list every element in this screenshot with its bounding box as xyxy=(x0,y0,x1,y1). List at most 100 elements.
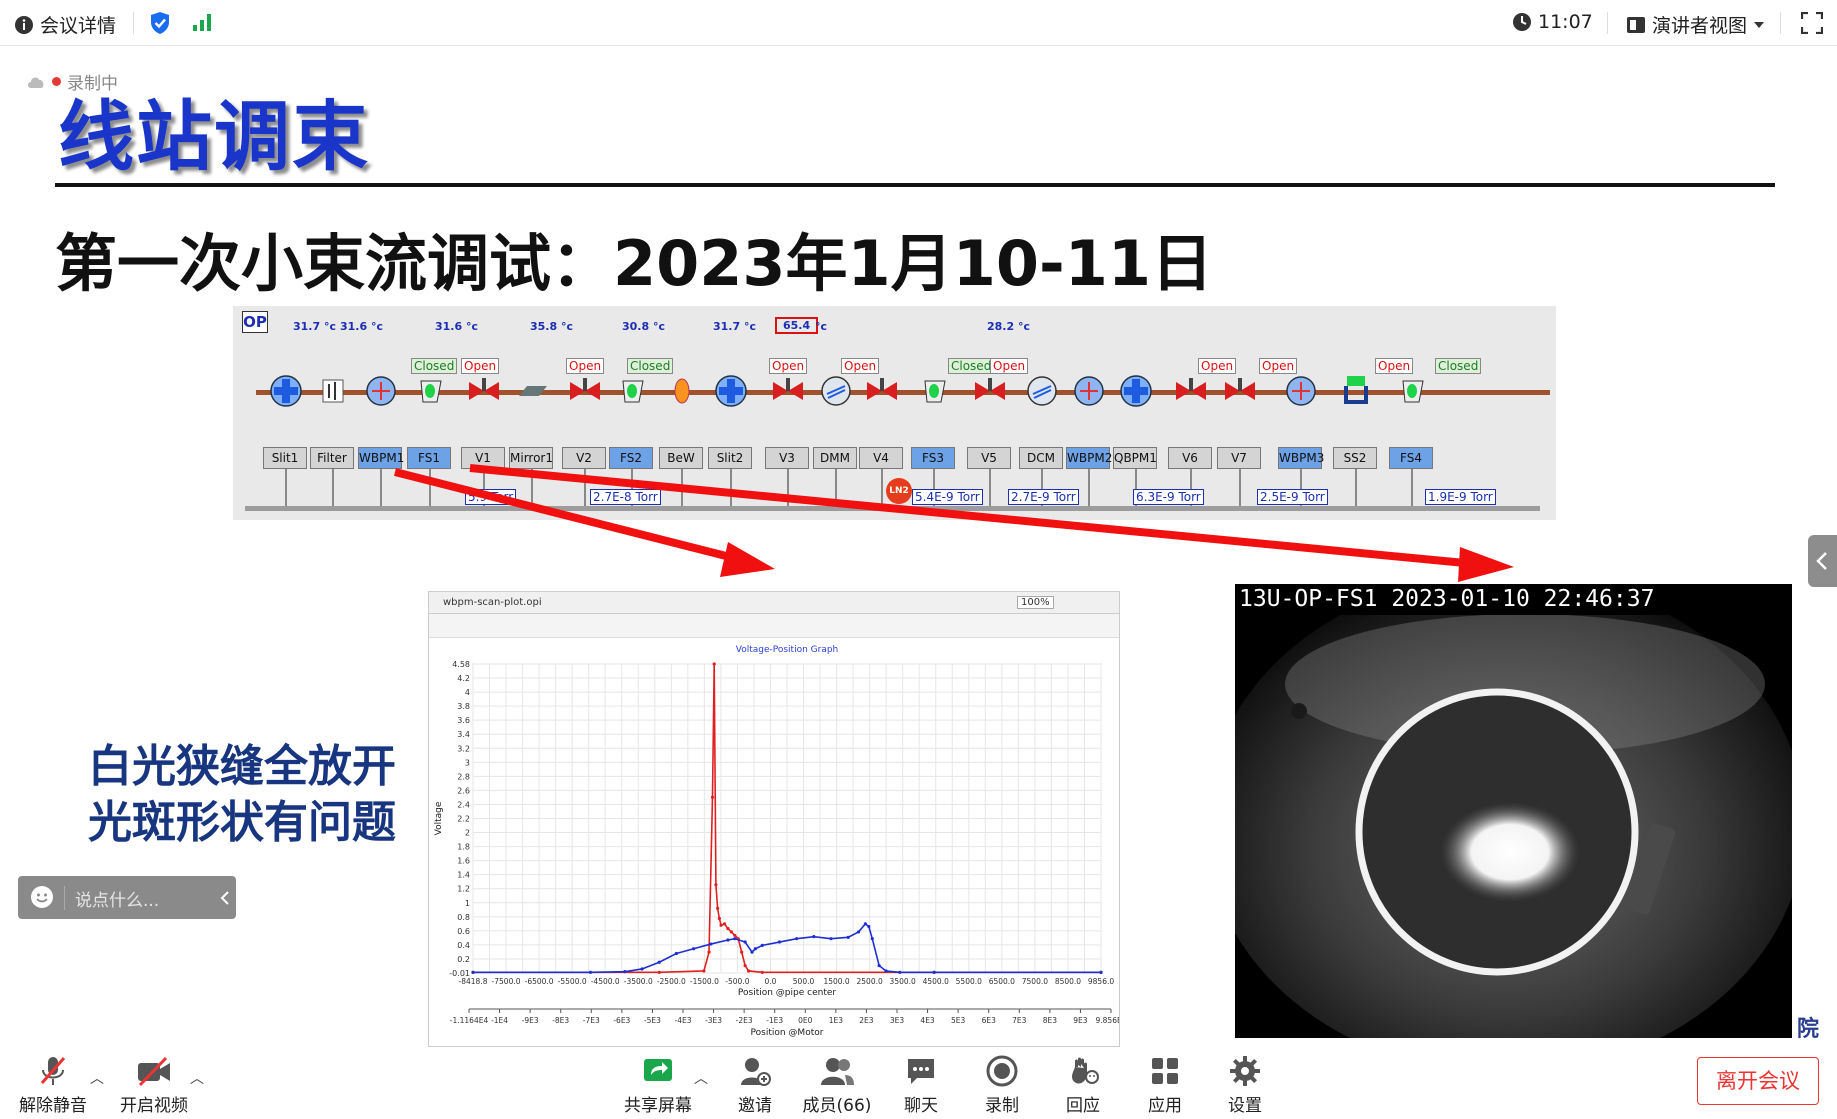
data-point xyxy=(743,940,747,944)
data-point xyxy=(719,923,723,927)
corner-watermark: 院 xyxy=(1797,1017,1820,1042)
security-shield-icon[interactable] xyxy=(149,11,171,35)
note-line-1: 白光狭缝全放开 xyxy=(88,741,396,792)
data-point xyxy=(722,922,727,926)
plot-tab[interactable]: wbpm-scan-plot.opi xyxy=(443,597,542,608)
meeting-clock: 11:07 xyxy=(1512,11,1593,33)
y-tick-label: 0.4 xyxy=(457,941,470,950)
chat-button[interactable]: 聊天 xyxy=(876,1055,966,1116)
data-point xyxy=(812,935,816,939)
x-tick-label: -4500.0 xyxy=(591,977,620,986)
leave-meeting-button[interactable]: 离开会议 xyxy=(1697,1057,1819,1105)
y-tick-label: 4.58 xyxy=(452,660,470,669)
y-tick-label: 3.2 xyxy=(457,744,470,753)
chevron-down-icon xyxy=(1754,21,1765,28)
data-point xyxy=(726,926,730,931)
zoom-select[interactable]: 100% xyxy=(1017,596,1054,609)
chevron-left-icon xyxy=(1816,552,1827,570)
meeting-top-bar: 会议详情 11:07 演讲者视图 xyxy=(0,0,1837,46)
data-point xyxy=(714,883,718,887)
x2-tick-label: -1E4 xyxy=(491,1016,508,1025)
chat-placeholder[interactable]: 说点什么... xyxy=(75,886,159,911)
data-point xyxy=(846,935,850,939)
y-axis-label: Voltage xyxy=(434,801,444,835)
record-icon xyxy=(986,1055,1018,1087)
data-point xyxy=(707,950,711,954)
members-label: 成员(66) xyxy=(802,1096,872,1116)
data-point xyxy=(753,947,758,951)
x2-tick-label: -9E3 xyxy=(522,1016,539,1025)
y-tick-label: 2.2 xyxy=(457,815,470,824)
start-video-button[interactable]: 开启视频 xyxy=(109,1055,199,1116)
x-tick-label: -6500.0 xyxy=(525,977,554,986)
data-point xyxy=(702,969,706,973)
x2-tick-label: -2E3 xyxy=(736,1016,753,1025)
data-point xyxy=(829,937,833,941)
share-screen-button[interactable]: 共享屏幕 xyxy=(613,1055,703,1116)
x-tick-label: 7500.0 xyxy=(1022,977,1048,986)
x2-tick-label: 4E3 xyxy=(920,1016,935,1025)
reactions-button[interactable]: 回应 xyxy=(1038,1055,1128,1116)
start-video-label: 开启视频 xyxy=(120,1096,188,1116)
view-mode-dropdown[interactable]: 演讲者视图 xyxy=(1626,11,1765,38)
data-point xyxy=(870,937,874,941)
chevron-left-icon[interactable] xyxy=(220,890,230,906)
apps-grid-icon xyxy=(1152,1058,1178,1084)
audio-options-caret[interactable]: ︿ xyxy=(90,1068,104,1088)
y-tick-label: 1.6 xyxy=(457,857,470,866)
camera-caption: 13U-OP-FS1 2023-01-10 22:46:37 xyxy=(1235,584,1792,615)
clock-time: 11:07 xyxy=(1538,11,1593,33)
x2-tick-label: -6E3 xyxy=(613,1016,630,1025)
x2-tick-label: 9.856E3 xyxy=(1096,1016,1119,1025)
chat-label: 聊天 xyxy=(904,1096,938,1116)
invite-button[interactable]: 邀请 xyxy=(710,1055,800,1116)
x-tick-label: 5500.0 xyxy=(956,977,982,986)
unmute-button[interactable]: 解除静音 xyxy=(8,1055,98,1116)
share-options-caret[interactable]: ︿ xyxy=(694,1068,708,1088)
reactions-label: 回应 xyxy=(1066,1096,1100,1116)
x2-tick-label: 7E3 xyxy=(1012,1016,1027,1025)
y-tick-label: 3 xyxy=(465,758,470,767)
side-panel-toggle[interactable] xyxy=(1808,535,1837,587)
members-icon xyxy=(821,1058,854,1085)
record-button[interactable]: 录制 xyxy=(957,1055,1047,1116)
x2-tick-label: 5E3 xyxy=(951,1016,966,1025)
x-tick-label: 4500.0 xyxy=(923,977,949,986)
x-tick-label: -8418.8 xyxy=(459,977,488,986)
data-point xyxy=(777,940,782,944)
video-options-caret[interactable]: ︿ xyxy=(190,1068,204,1088)
x-tick-label: 0.0 xyxy=(765,977,777,986)
info-icon xyxy=(15,15,33,34)
y-tick-label: 2.8 xyxy=(457,772,470,781)
data-point xyxy=(877,963,881,968)
y-tick-label: 2.6 xyxy=(457,786,470,795)
settings-button[interactable]: 设置 xyxy=(1200,1055,1290,1116)
apps-button[interactable]: 应用 xyxy=(1120,1055,1210,1116)
data-point xyxy=(471,970,475,974)
data-point xyxy=(623,970,627,974)
meeting-toolbar: 解除静音 ︿ 开启视频 ︿ 共享屏幕 ︿ 邀请 成员(66) 聊天 录制 回应 … xyxy=(0,1047,1837,1119)
slide-note: 白光狭缝全放开 光斑形状有问题 xyxy=(88,739,396,851)
x-tick-label: -5500.0 xyxy=(558,977,587,986)
chat-input-pill[interactable]: 说点什么... xyxy=(18,876,236,919)
data-point xyxy=(733,933,737,937)
x2-tick-label: -1.1164E4 xyxy=(450,1016,489,1025)
smiley-icon[interactable] xyxy=(30,885,54,909)
y-tick-label: 1.2 xyxy=(457,885,470,894)
network-signal-icon[interactable] xyxy=(192,12,214,32)
y-tick-label: 1.4 xyxy=(457,871,470,880)
members-button[interactable]: 成员(66) xyxy=(792,1055,882,1116)
fullscreen-icon[interactable] xyxy=(1801,12,1823,34)
x2-tick-label: 2E3 xyxy=(859,1016,874,1025)
data-point xyxy=(729,930,733,934)
meeting-details-label: 会议详情 xyxy=(40,15,117,37)
y-tick-label: 3.4 xyxy=(457,730,470,739)
x2-tick-label: 9E3 xyxy=(1073,1016,1088,1025)
y-tick-label: 0.2 xyxy=(457,955,470,964)
x2-tick-label: 1E3 xyxy=(829,1016,844,1025)
y-tick-label: 2 xyxy=(465,829,470,838)
x-tick-label: -500.0 xyxy=(725,977,749,986)
plot-tab-bar: wbpm-scan-plot.opi 100% xyxy=(429,592,1119,614)
x2-tick-label: 8E3 xyxy=(1043,1016,1058,1025)
meeting-details-button[interactable]: 会议详情 xyxy=(14,11,116,38)
